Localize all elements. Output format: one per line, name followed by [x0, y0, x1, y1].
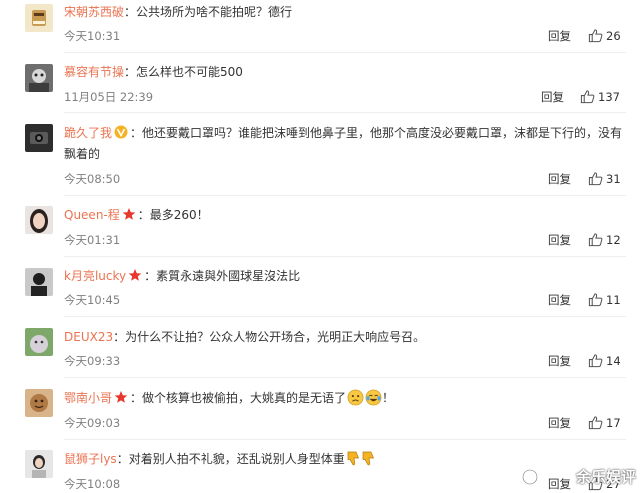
like-count: 17: [606, 416, 621, 430]
avatar-image: [25, 450, 53, 478]
username-link[interactable]: DEUX23: [64, 330, 113, 344]
thumbs-up-icon: [588, 354, 603, 368]
comment-time: 今天10:45: [64, 293, 121, 307]
watermark-logo-icon: [522, 469, 538, 485]
comment-body: 他还要戴口罩吗？谁能把沫唾到他鼻子里，他那个高度没必要戴口罩，沫都是下行的，没有…: [64, 126, 623, 161]
reply-button[interactable]: 回复: [548, 353, 571, 369]
like-button[interactable]: 26: [588, 28, 621, 43]
thumbs-up-icon: [588, 293, 603, 307]
comment-body: 最多260！: [149, 208, 209, 222]
username-link[interactable]: Queen-程: [64, 208, 120, 222]
avatar-image: [25, 64, 53, 92]
divider: [64, 256, 626, 257]
comment-body: 对着别人拍不礼貌，还乱说别人身型体重: [128, 452, 345, 466]
star-badge-icon: [128, 269, 142, 281]
username-link[interactable]: 跪久了我: [64, 126, 112, 140]
reply-button[interactable]: 回复: [548, 28, 571, 44]
comment-text-block: DEUX23：为什么不让拍？公众人物公开场合，光明正大响应号召。: [64, 330, 426, 344]
divider: [64, 439, 626, 440]
comment-time: 今天09:03: [64, 416, 121, 430]
divider: [64, 52, 626, 53]
comment-body: 素質永遠與外國球星沒法比: [156, 269, 301, 283]
avatar-image: [25, 124, 53, 152]
thumbs-up-icon: [580, 90, 595, 104]
avatar[interactable]: [25, 206, 53, 234]
like-count: 14: [606, 354, 621, 368]
thumbs-up-icon: [588, 172, 603, 186]
username-link[interactable]: 鼠狮子lys: [64, 452, 117, 466]
like-button[interactable]: 31: [588, 171, 621, 186]
vip-badge-icon: [114, 125, 128, 139]
comment-text-block: k月亮lucky ：素質永遠與外國球星沒法比: [64, 269, 301, 283]
avatar[interactable]: [25, 389, 53, 417]
like-count: 11: [606, 293, 621, 307]
thumbs-up-icon: [588, 416, 603, 430]
divider: [64, 377, 626, 378]
like-count: 12: [606, 233, 621, 247]
avatar[interactable]: [25, 64, 53, 92]
comment-time: 11月05日 22:39: [64, 90, 154, 104]
comment-time: 今天10:31: [64, 29, 121, 43]
reply-button[interactable]: 回复: [548, 292, 571, 308]
like-count: 137: [598, 90, 620, 104]
reply-button[interactable]: 回复: [548, 232, 571, 248]
thumbs-up-icon: [588, 233, 603, 247]
avatar[interactable]: [25, 328, 53, 356]
username-link[interactable]: 鄂南小哥: [64, 391, 112, 405]
avatar[interactable]: [25, 4, 53, 32]
avatar-image: [25, 206, 53, 234]
avatar-image: [25, 328, 53, 356]
comment-text-block: Queen-程 ：最多260！: [64, 208, 209, 222]
comment-text-block: 鼠狮子lys：对着别人拍不礼貌，还乱说别人身型体重: [64, 449, 626, 470]
comment-body: 做个核算也被偷拍，大姚真的是无语了: [142, 391, 347, 405]
divider: [64, 316, 626, 317]
reply-button[interactable]: 回复: [548, 171, 571, 187]
star-badge-icon: [122, 208, 136, 220]
reply-button[interactable]: 回复: [548, 476, 571, 492]
avatar[interactable]: [25, 268, 53, 296]
star-badge-icon: [114, 391, 128, 403]
avatar-image: [25, 389, 53, 417]
divider: [64, 195, 626, 196]
username-link[interactable]: 宋朝苏西破: [64, 5, 124, 19]
comment-text-block: 慕容有节操：怎么样也不可能500: [64, 65, 243, 79]
username-link[interactable]: k月亮lucky: [64, 269, 126, 283]
like-button[interactable]: 14: [588, 353, 621, 368]
username-link[interactable]: 慕容有节操: [64, 65, 124, 79]
comment-text-block: 跪久了我 ：他还要戴口罩吗？谁能把沫唾到他鼻子里，他那个高度没必要戴口罩，沫都是下…: [64, 125, 623, 161]
comment-time: 今天01:31: [64, 233, 121, 247]
like-button[interactable]: 12: [588, 232, 621, 247]
sad-face-emoji-icon: [347, 389, 364, 406]
comment-time: 今天09:33: [64, 354, 121, 368]
comment-body: 怎么样也不可能500: [136, 65, 243, 79]
comment-text-block: 宋朝苏西破：公共场所为啥不能拍呢？德行: [64, 5, 293, 19]
avatar-image: [25, 4, 53, 32]
thumbs-down-emoji-icon: [347, 451, 359, 466]
like-count: 31: [606, 172, 621, 186]
like-count: 26: [606, 29, 621, 43]
like-button[interactable]: 11: [588, 292, 621, 307]
comment-body: 为什么不让拍？公众人物公开场合，光明正大响应号召。: [125, 330, 426, 344]
like-button[interactable]: 17: [588, 415, 621, 430]
avatar-image: [25, 268, 53, 296]
comment-text-block: 鄂南小哥 ：做个核算也被偷拍，大姚真的是无语了！: [64, 389, 395, 406]
avatar[interactable]: [25, 450, 53, 478]
reply-button[interactable]: 回复: [541, 89, 564, 105]
thumbs-down-emoji-icon: [362, 451, 374, 466]
reply-button[interactable]: 回复: [548, 415, 571, 431]
laughing-tears-emoji-icon: [365, 389, 382, 406]
watermark-text: 余乐娱评: [575, 468, 636, 486]
comment-body: 公共场所为啥不能拍呢？德行: [136, 5, 293, 19]
divider: [64, 112, 626, 113]
avatar[interactable]: [25, 124, 53, 152]
like-button[interactable]: 137: [580, 89, 620, 104]
comment-time: 今天08:50: [64, 172, 121, 186]
comment-time: 今天10:08: [64, 477, 121, 491]
thumbs-up-icon: [588, 29, 603, 43]
